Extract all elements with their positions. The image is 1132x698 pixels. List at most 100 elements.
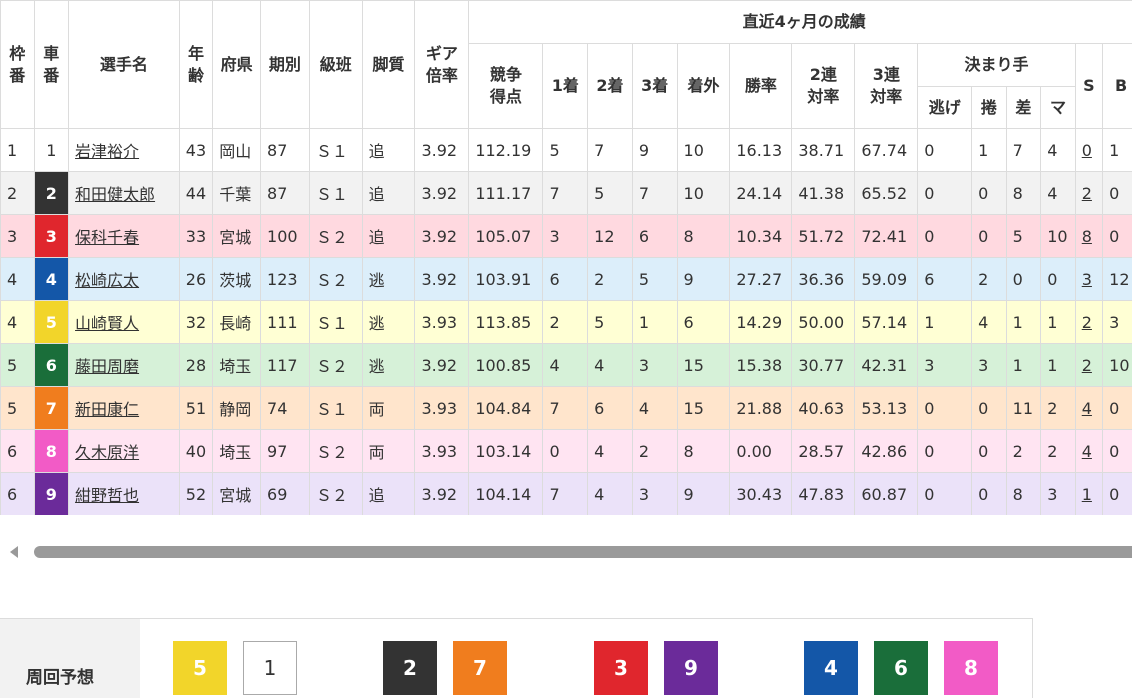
- s-count-link[interactable]: 0: [1082, 141, 1092, 160]
- cell-first: 3: [543, 215, 588, 258]
- header-out: 着外: [677, 44, 730, 129]
- cell-mark: 0: [1041, 258, 1076, 301]
- cell-rate2: 38.71: [792, 129, 855, 172]
- cell-s: 4: [1075, 430, 1102, 473]
- cell-sashi: 8: [1006, 172, 1041, 215]
- horizontal-scrollbar[interactable]: [0, 540, 1132, 564]
- cell-age: 51: [179, 387, 213, 430]
- cell-name: 保科千春: [69, 215, 180, 258]
- cell-out: 9: [677, 258, 730, 301]
- cell-waku: 4: [1, 301, 35, 344]
- racer-name-link[interactable]: 保科千春: [75, 228, 139, 247]
- cell-b: 0: [1103, 215, 1132, 258]
- header-mark: マ: [1041, 87, 1076, 129]
- cell-s: 2: [1075, 172, 1102, 215]
- header-rate2: 2連対率: [792, 44, 855, 129]
- cell-mark: 3: [1041, 473, 1076, 516]
- s-count-link[interactable]: 8: [1082, 227, 1092, 246]
- header-win-rate: 勝率: [730, 44, 792, 129]
- cell-waku: 2: [1, 172, 35, 215]
- cell-out: 8: [677, 215, 730, 258]
- racer-name-link[interactable]: 新田康仁: [75, 400, 139, 419]
- table-body: 11岩津裕介43岡山87Ｓ１追3.92112.195791016.1338.71…: [1, 129, 1132, 516]
- s-count-link[interactable]: 2: [1082, 313, 1092, 332]
- cell-term: 74: [261, 387, 310, 430]
- cell-gear: 3.92: [415, 215, 469, 258]
- cell-gear: 3.93: [415, 430, 469, 473]
- racer-name-link[interactable]: 山崎賢人: [75, 314, 139, 333]
- cell-gear: 3.93: [415, 387, 469, 430]
- cell-sashi: 7: [1006, 129, 1041, 172]
- cell-nige: 0: [918, 430, 972, 473]
- cell-class: Ｓ２: [309, 215, 362, 258]
- race-table: 枠番 車番 選手名 年齢 府県 期別 級班 脚質 ギア倍率 直近4ヶ月の成績 競…: [0, 0, 1132, 515]
- cell-gear: 3.92: [415, 258, 469, 301]
- cell-waku: 1: [1, 129, 35, 172]
- cell-third: 9: [632, 129, 677, 172]
- s-count-link[interactable]: 4: [1082, 399, 1092, 418]
- cell-makuri: 2: [972, 258, 1007, 301]
- s-count-link[interactable]: 2: [1082, 184, 1092, 203]
- cell-style: 逃: [362, 301, 415, 344]
- s-count-link[interactable]: 4: [1082, 442, 1092, 461]
- scroll-thumb[interactable]: [34, 546, 1132, 558]
- header-car: 車番: [34, 1, 69, 129]
- cell-s: 0: [1075, 129, 1102, 172]
- racer-name-link[interactable]: 藤田周磨: [75, 357, 139, 376]
- racer-name-link[interactable]: 和田健太郎: [75, 185, 155, 204]
- cell-name: 山崎賢人: [69, 301, 180, 344]
- table-row: 33保科千春33宮城100Ｓ２追3.92105.073126810.3451.7…: [1, 215, 1132, 258]
- scroll-left-arrow-icon[interactable]: [10, 546, 18, 558]
- header-name: 選手名: [69, 1, 180, 129]
- cell-score: 103.14: [469, 430, 543, 473]
- cell-name: 松崎広太: [69, 258, 180, 301]
- racer-name-link[interactable]: 紺野哲也: [75, 486, 139, 505]
- cell-mark: 2: [1041, 430, 1076, 473]
- cell-term: 100: [261, 215, 310, 258]
- cell-first: 6: [543, 258, 588, 301]
- s-count-link[interactable]: 3: [1082, 270, 1092, 289]
- cell-rate3: 65.52: [855, 172, 918, 215]
- race-table-container: 枠番 車番 選手名 年齢 府県 期別 級班 脚質 ギア倍率 直近4ヶ月の成績 競…: [0, 0, 1132, 515]
- cell-car: 4: [34, 258, 69, 301]
- cell-style: 逃: [362, 258, 415, 301]
- cell-b: 10: [1103, 344, 1132, 387]
- prediction-car-box: 4: [804, 641, 858, 695]
- cell-second: 4: [588, 430, 633, 473]
- cell-term: 111: [261, 301, 310, 344]
- header-rate3: 3連対率: [855, 44, 918, 129]
- cell-pref: 埼玉: [213, 430, 261, 473]
- cell-term: 123: [261, 258, 310, 301]
- cell-rate3: 67.74: [855, 129, 918, 172]
- cell-waku: 5: [1, 344, 35, 387]
- cell-style: 逃: [362, 344, 415, 387]
- cell-name: 岩津裕介: [69, 129, 180, 172]
- cell-age: 33: [179, 215, 213, 258]
- s-count-link[interactable]: 1: [1082, 485, 1092, 504]
- header-waku: 枠番: [1, 1, 35, 129]
- cell-win-rate: 21.88: [730, 387, 792, 430]
- racer-name-link[interactable]: 松崎広太: [75, 271, 139, 290]
- cell-s: 8: [1075, 215, 1102, 258]
- cell-pref: 宮城: [213, 473, 261, 516]
- cell-sashi: 5: [1006, 215, 1041, 258]
- cell-name: 新田康仁: [69, 387, 180, 430]
- cell-third: 7: [632, 172, 677, 215]
- header-third: 3着: [632, 44, 677, 129]
- cell-style: 追: [362, 215, 415, 258]
- cell-out: 10: [677, 172, 730, 215]
- cell-age: 52: [179, 473, 213, 516]
- cell-sashi: 1: [1006, 301, 1041, 344]
- cell-pref: 静岡: [213, 387, 261, 430]
- table-row: 69紺野哲也52宮城69Ｓ２追3.92104.14743930.4347.836…: [1, 473, 1132, 516]
- cell-win-rate: 15.38: [730, 344, 792, 387]
- racer-name-link[interactable]: 久木原洋: [75, 443, 139, 462]
- racer-name-link[interactable]: 岩津裕介: [75, 142, 139, 161]
- cell-sashi: 8: [1006, 473, 1041, 516]
- cell-mark: 1: [1041, 301, 1076, 344]
- cell-third: 3: [632, 344, 677, 387]
- cell-style: 追: [362, 172, 415, 215]
- s-count-link[interactable]: 2: [1082, 356, 1092, 375]
- cell-pref: 岡山: [213, 129, 261, 172]
- cell-out: 6: [677, 301, 730, 344]
